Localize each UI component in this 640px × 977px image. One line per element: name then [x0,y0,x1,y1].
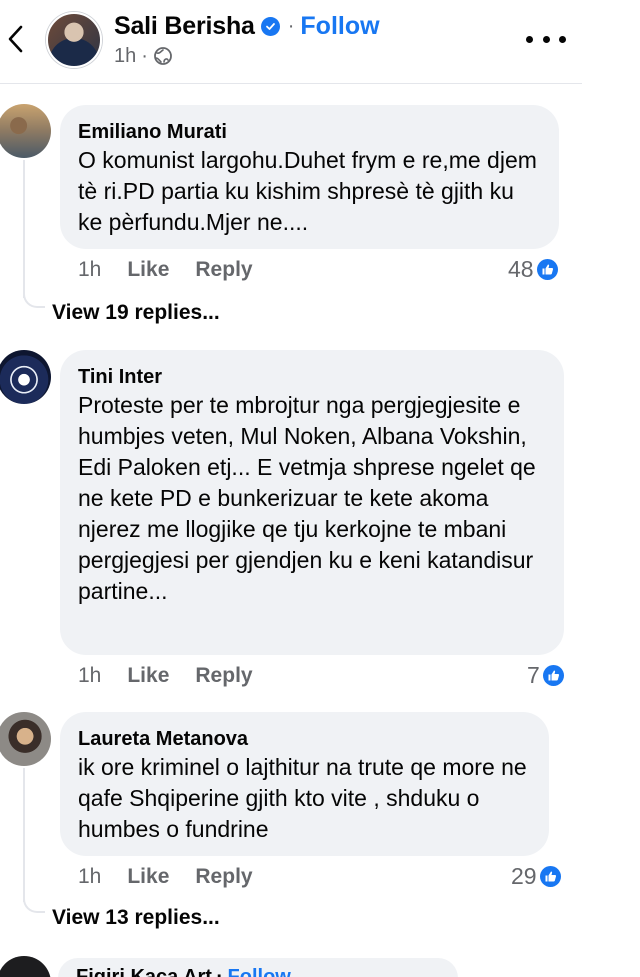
reaction-number: 7 [527,661,540,688]
comment-time[interactable]: 1h [78,865,101,889]
follow-button[interactable]: Follow [228,966,291,977]
reply-button[interactable]: Reply [195,258,252,282]
comment-author[interactable]: Figiri Kaca Art [76,966,212,977]
comment-author[interactable]: Tini Inter [78,364,546,390]
comment-bubble: Tini Inter Proteste per te mbrojtur nga … [60,350,564,655]
reaction-count[interactable]: 29 [511,862,561,890]
comment-actions: 1h Like Reply [78,662,279,690]
like-button[interactable]: Like [127,664,169,688]
more-horizontal-icon [526,35,533,43]
reaction-count[interactable]: 48 [508,255,558,283]
like-reaction-icon [536,258,558,280]
page-avatar[interactable] [46,12,102,68]
view-replies-link[interactable]: View 13 replies... [52,906,220,930]
view-replies-link[interactable]: View 19 replies... [52,301,220,325]
comment-text: O komunist largohu.Duhet frym e re,me dj… [78,147,537,235]
like-button[interactable]: Like [127,865,169,889]
reaction-number: 48 [508,255,534,282]
thread-curve [23,290,45,308]
comment-time[interactable]: 1h [78,664,101,688]
separator: · [216,966,224,977]
more-options-button[interactable] [526,24,566,54]
post-time[interactable]: 1h [114,45,136,68]
thread-line [23,768,25,902]
commenter-avatar[interactable] [0,350,51,404]
commenter-avatar[interactable] [0,956,51,977]
reply-button[interactable]: Reply [195,865,252,889]
verified-badge-icon [260,16,280,36]
page-name-row: Sali Berisha · Follow [114,10,380,42]
thread-line [23,160,25,298]
like-button[interactable]: Like [127,258,169,282]
post-meta: 1h · [114,44,173,68]
separator: · [287,14,295,37]
reaction-number: 29 [511,862,537,889]
like-reaction-icon [542,664,564,686]
comment-bubble: Laureta Metanova ik ore kriminel o lajth… [60,712,549,856]
comment-author[interactable]: Laureta Metanova [78,726,531,752]
like-reaction-icon [539,865,561,887]
commenter-avatar[interactable] [0,712,51,766]
chevron-left-icon [8,25,23,53]
commenter-avatar[interactable] [0,104,51,158]
reply-button[interactable]: Reply [195,664,252,688]
back-button[interactable] [4,22,28,56]
comment-actions: 1h Like Reply [78,256,279,284]
reaction-count[interactable]: 7 [527,661,564,689]
comment-bubble: Emiliano Murati O komunist largohu.Duhet… [60,105,559,249]
comment-text: ik ore kriminel o lajthitur na trute qe … [78,754,527,842]
comment-bubble: Figiri Kaca Art · Follow [58,958,458,977]
post-header: Sali Berisha · Follow 1h · [0,0,582,84]
meta-separator: · [141,44,148,67]
comment-author[interactable]: Emiliano Murati [78,119,541,145]
follow-button[interactable]: Follow [300,12,379,41]
comment-text: Proteste per te mbrojtur nga pergjegjesi… [78,392,536,604]
thread-curve [23,895,45,913]
page-name[interactable]: Sali Berisha [114,12,255,41]
comment-actions: 1h Like Reply [78,863,279,891]
comment-time[interactable]: 1h [78,258,101,282]
globe-icon [154,47,172,65]
